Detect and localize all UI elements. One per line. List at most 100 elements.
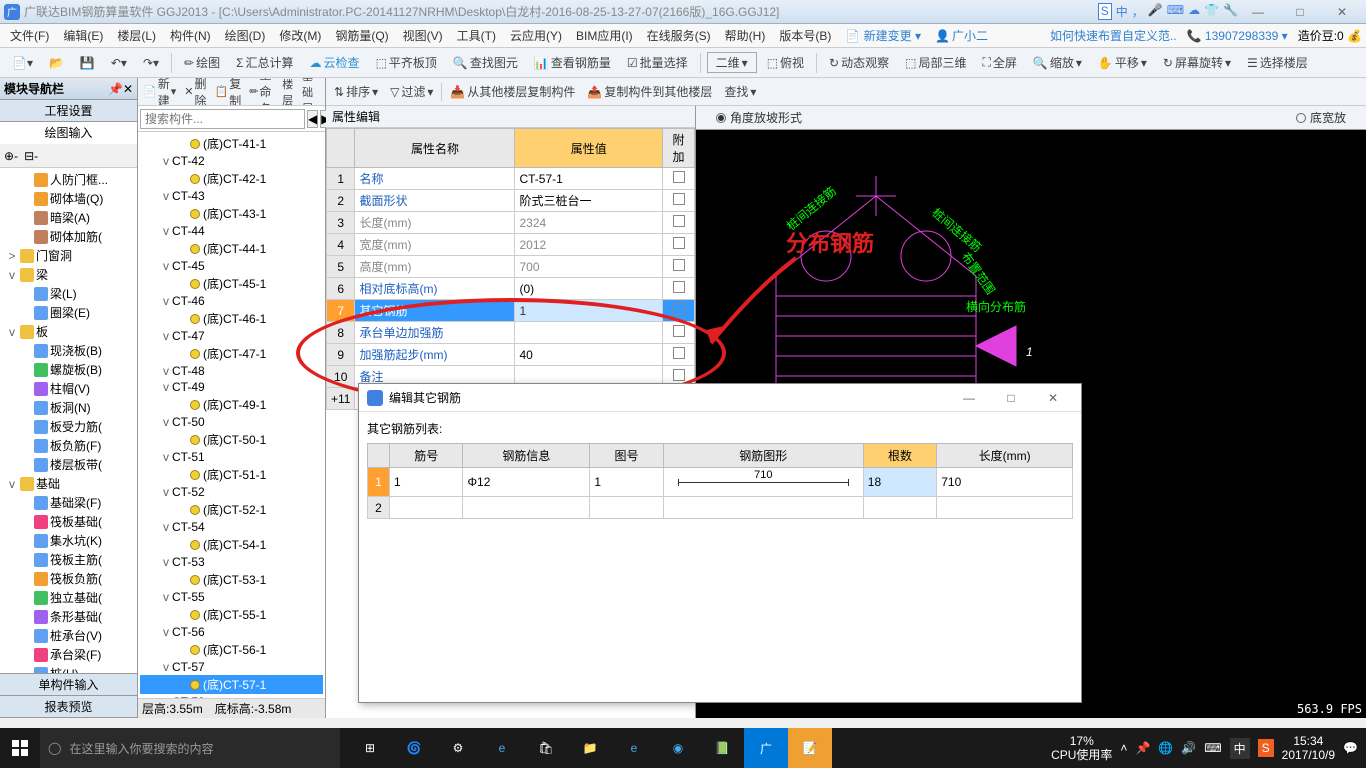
- nav-tree-item[interactable]: v基础: [2, 474, 135, 493]
- property-row[interactable]: 8承台单边加强筋: [327, 322, 695, 344]
- member-tree-item[interactable]: vCT-55: [140, 589, 323, 605]
- menu-bim[interactable]: BIM应用(I): [570, 25, 639, 46]
- member-tree-item[interactable]: vCT-56: [140, 624, 323, 640]
- property-row[interactable]: 1名称CT-57-1: [327, 168, 695, 190]
- nav-pin-icon[interactable]: 📌: [108, 82, 123, 96]
- menu-member[interactable]: 构件(N): [164, 25, 217, 46]
- property-row[interactable]: 9加强筋起步(mm)40: [327, 344, 695, 366]
- nav-tree-item[interactable]: 圈梁(E): [2, 303, 135, 322]
- tb-edge[interactable]: e: [480, 728, 524, 768]
- nav-tree-item[interactable]: 楼层板带(: [2, 455, 135, 474]
- member-tree-item[interactable]: (底)CT-46-1: [140, 309, 323, 328]
- tb-pan[interactable]: ✋ 平移 ▾: [1092, 51, 1153, 74]
- member-search-input[interactable]: [140, 109, 305, 129]
- maximize-button[interactable]: □: [1280, 2, 1320, 22]
- nav-tree-item[interactable]: 砌体加筋(: [2, 227, 135, 246]
- nav-tree-item[interactable]: 螺旋板(B): [2, 360, 135, 379]
- nav-tool-expand[interactable]: ⊕-: [4, 149, 18, 163]
- member-tree-item[interactable]: vCT-52: [140, 484, 323, 500]
- tb-app3[interactable]: 📗: [700, 728, 744, 768]
- dialog-close[interactable]: ✕: [1033, 386, 1073, 410]
- member-tree-item[interactable]: (底)CT-45-1: [140, 274, 323, 293]
- tb-explorer[interactable]: 📁: [568, 728, 612, 768]
- member-tree-item[interactable]: vCT-46: [140, 293, 323, 309]
- member-tree-item[interactable]: vCT-42: [140, 153, 323, 169]
- menu-tool[interactable]: 工具(T): [451, 25, 502, 46]
- menu-file[interactable]: 文件(F): [4, 25, 55, 46]
- tb-local3d[interactable]: ⬚ 局部三维: [899, 51, 972, 74]
- nav-tree-item[interactable]: >门窗洞: [2, 246, 135, 265]
- member-tree-item[interactable]: vCT-47: [140, 328, 323, 344]
- nav-tree-item[interactable]: 桩承台(V): [2, 626, 135, 645]
- tray-sogou-icon[interactable]: S: [1258, 739, 1274, 757]
- member-tree-item[interactable]: vCT-53: [140, 554, 323, 570]
- tray-kb-icon[interactable]: ⌨: [1204, 741, 1221, 755]
- tb-orbit[interactable]: ↻ 动态观察: [823, 51, 895, 74]
- ct-copy-from[interactable]: 📥 从其他楼层复制构件: [446, 81, 579, 102]
- tb-2d[interactable]: 二维 ▾: [707, 52, 757, 73]
- nav-tree-item[interactable]: v板: [2, 322, 135, 341]
- tray-ime[interactable]: 中: [1230, 738, 1250, 759]
- radio-bottom-width[interactable]: 底宽放: [1296, 109, 1346, 126]
- tb-view-rebar[interactable]: 📊 查看钢筋量: [528, 51, 617, 74]
- nav-tab-project[interactable]: 工程设置: [0, 100, 137, 122]
- member-tree-item[interactable]: vCT-43: [140, 188, 323, 204]
- member-tree-item[interactable]: (底)CT-50-1: [140, 430, 323, 449]
- nav-tree-item[interactable]: 筏板基础(: [2, 512, 135, 531]
- nav-tab-draw[interactable]: 绘图输入: [0, 122, 137, 144]
- nav-tree[interactable]: 人防门框...砌体墙(Q)暗梁(A)砌体加筋(>门窗洞v梁梁(L)圈梁(E)v板…: [0, 168, 137, 673]
- nav-tree-item[interactable]: 承台梁(F): [2, 645, 135, 664]
- nav-tree-item[interactable]: 板负筋(F): [2, 436, 135, 455]
- mt-new[interactable]: 📄新建▾: [140, 78, 179, 106]
- member-tree-item[interactable]: (底)CT-41-1: [140, 134, 323, 153]
- tb-app2[interactable]: ⚙: [436, 728, 480, 768]
- menu-new-change[interactable]: 📄 新建变更 ▾: [839, 25, 927, 46]
- member-tree-item[interactable]: (底)CT-55-1: [140, 605, 323, 624]
- start-button[interactable]: [0, 728, 40, 768]
- nav-tree-item[interactable]: 柱帽(V): [2, 379, 135, 398]
- menu-cloud[interactable]: 云应用(Y): [504, 25, 568, 46]
- tray-notif-icon[interactable]: 💬: [1343, 741, 1358, 755]
- member-tree[interactable]: (底)CT-41-1vCT-42(底)CT-42-1vCT-43(底)CT-43…: [138, 132, 325, 698]
- property-row[interactable]: 5高度(mm)700: [327, 256, 695, 278]
- nav-tree-item[interactable]: 筏板负筋(: [2, 569, 135, 588]
- mt-copy[interactable]: 📋复制: [211, 78, 244, 106]
- tray-clock[interactable]: 15:342017/10/9: [1282, 734, 1335, 763]
- tb-draw[interactable]: ✏ 绘图: [178, 51, 226, 74]
- nav-tree-item[interactable]: 独立基础(: [2, 588, 135, 607]
- mt-del[interactable]: ✕删除: [181, 78, 209, 106]
- nav-tab-report[interactable]: 报表预览: [0, 696, 137, 718]
- tb-browser[interactable]: ◉: [656, 728, 700, 768]
- close-button[interactable]: ✕: [1322, 2, 1362, 22]
- tb-save[interactable]: 💾: [74, 53, 101, 73]
- member-tree-item[interactable]: (底)CT-44-1: [140, 239, 323, 258]
- nav-tree-item[interactable]: 桩(U): [2, 664, 135, 673]
- tb-redo[interactable]: ↷▾: [137, 53, 165, 73]
- dialog-minimize[interactable]: —: [949, 386, 989, 410]
- tb-open[interactable]: 📂: [43, 53, 70, 73]
- nav-tree-item[interactable]: 暗梁(A): [2, 208, 135, 227]
- property-table[interactable]: 属性名称 属性值 附加 1名称CT-57-12截面形状阶式三桩台一3长度(mm)…: [326, 128, 695, 410]
- member-tree-item[interactable]: vCT-57: [140, 659, 323, 675]
- member-tree-item[interactable]: (底)CT-56-1: [140, 640, 323, 659]
- tb-new[interactable]: 📄▾: [6, 53, 39, 73]
- member-tree-item[interactable]: (底)CT-49-1: [140, 395, 323, 414]
- menu-online[interactable]: 在线服务(S): [641, 25, 717, 46]
- member-tree-item[interactable]: (底)CT-57-1: [140, 675, 323, 694]
- tb-cloud-check[interactable]: ☁ 云检查: [304, 51, 366, 74]
- member-tree-item[interactable]: (底)CT-47-1: [140, 344, 323, 363]
- member-tree-item[interactable]: vCT-54: [140, 519, 323, 535]
- menu-edit[interactable]: 编辑(E): [57, 25, 109, 46]
- tb-batch-select[interactable]: ☑ 批量选择: [621, 51, 694, 74]
- tray-vol-icon[interactable]: 🔊: [1181, 741, 1196, 755]
- tb-app4[interactable]: 广: [744, 728, 788, 768]
- menu-floor[interactable]: 楼层(L): [111, 25, 162, 46]
- member-tree-item[interactable]: (底)CT-53-1: [140, 570, 323, 589]
- property-row[interactable]: 2截面形状阶式三桩台一: [327, 190, 695, 212]
- nav-tree-item[interactable]: v梁: [2, 265, 135, 284]
- menu-help[interactable]: 帮助(H): [719, 25, 772, 46]
- member-tree-item[interactable]: (底)CT-43-1: [140, 204, 323, 223]
- menu-rebar[interactable]: 钢筋量(Q): [329, 25, 394, 46]
- nav-tree-item[interactable]: 板洞(N): [2, 398, 135, 417]
- ct-copy-to[interactable]: 📤 复制构件到其他楼层: [583, 81, 716, 102]
